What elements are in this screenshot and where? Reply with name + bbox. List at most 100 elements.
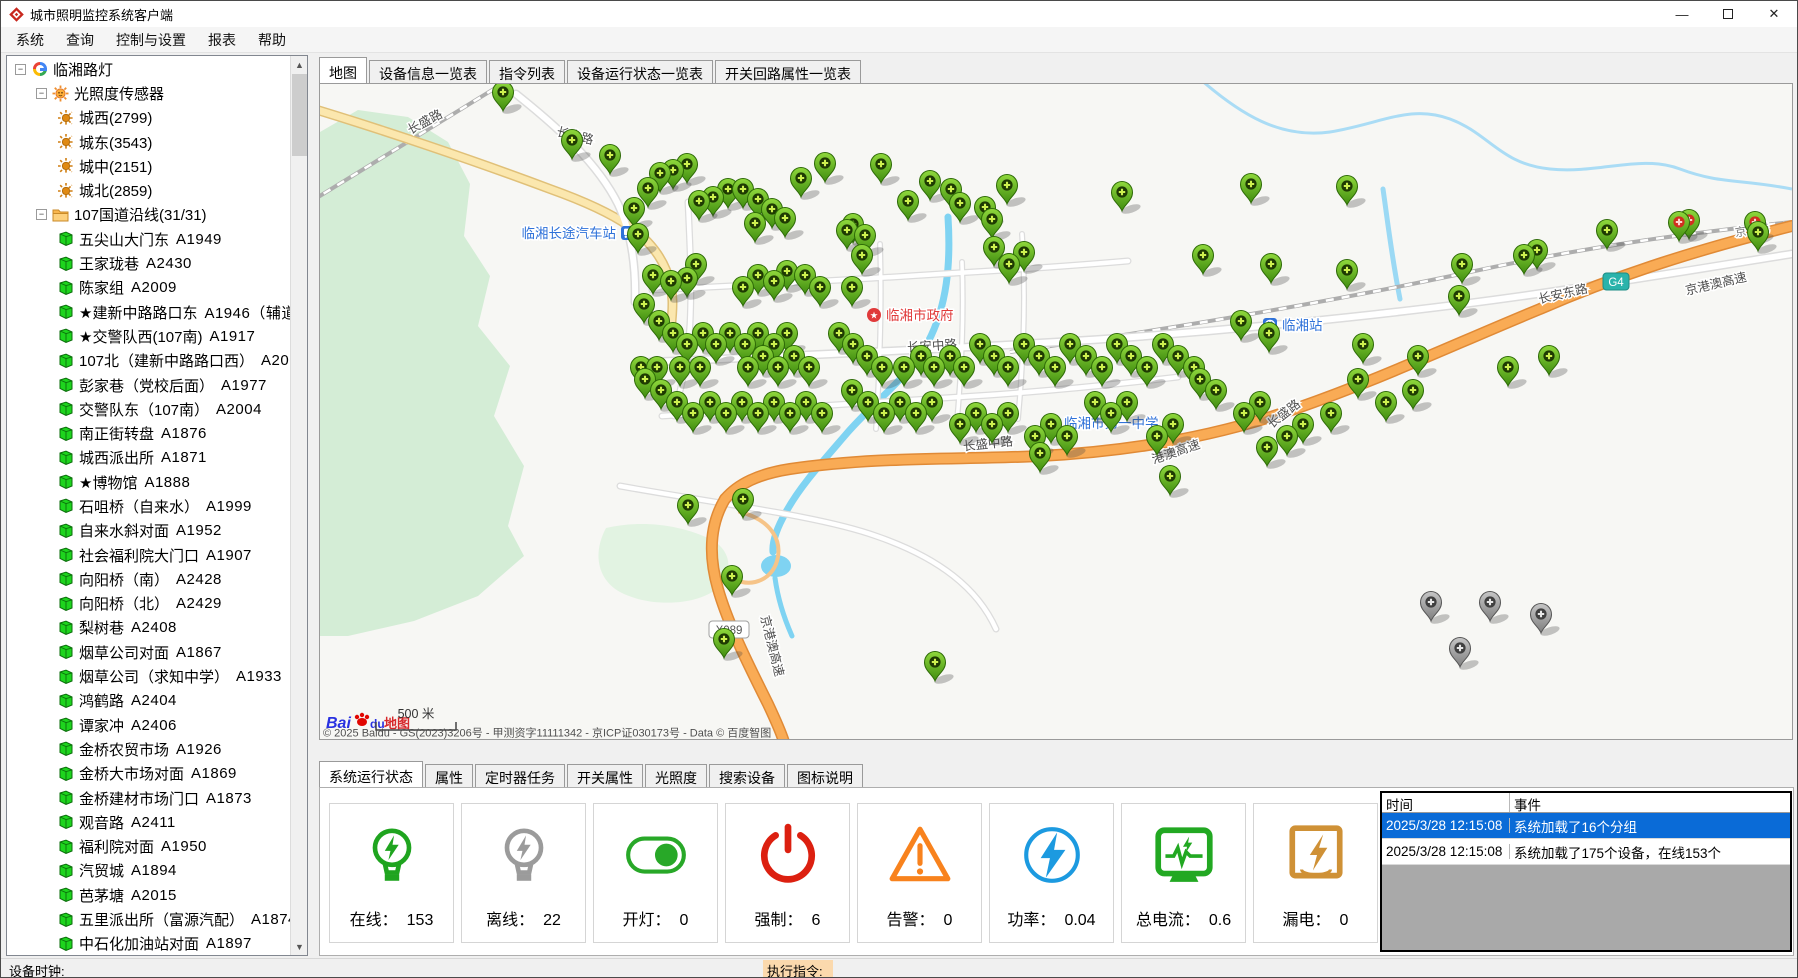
tree-item[interactable]: ★博物馆A1888 — [7, 470, 290, 494]
event-row[interactable]: 2025/3/28 12:15:08系统加载了175个设备，在线153个 — [1382, 839, 1790, 865]
tree-item-label: 城东(3543) — [79, 132, 152, 153]
tree-item[interactable]: −临湘路灯 — [7, 57, 290, 81]
tree-item[interactable]: 向阳桥（北）A2429 — [7, 592, 290, 616]
tree-item[interactable]: 南正街转盘A1876 — [7, 421, 290, 445]
tree-item-label: 五尖山大门东 — [79, 229, 169, 250]
tree-expander-icon[interactable]: − — [15, 64, 26, 75]
tree-item-label: 石咀桥（自来水） — [79, 496, 199, 517]
tree-item-code: A1873 — [206, 790, 252, 807]
tree-item-label: 烟草公司（求知中学） — [79, 666, 229, 687]
tree-item-code: A1869 — [191, 765, 237, 782]
event-text: 系统加载了175个设备，在线153个 — [1510, 842, 1725, 862]
tab-开关属性[interactable]: 开关属性 — [567, 764, 643, 787]
tree-item[interactable]: 五里派出所（富源汽配）A1874 — [7, 907, 290, 931]
tab-定时器任务[interactable]: 定时器任务 — [475, 764, 565, 787]
tree-item[interactable]: 五尖山大门东 A1949 — [7, 227, 290, 251]
tree-item[interactable]: 汽贸城A1894 — [7, 859, 290, 883]
menu-item-控制与设置[interactable]: 控制与设置 — [105, 27, 197, 53]
tree-item-label: 鸿鹤路 — [79, 690, 124, 711]
device-flag-icon — [58, 887, 74, 903]
tab-设备运行状态一览表[interactable]: 设备运行状态一览表 — [567, 60, 713, 83]
tree-item-label: 金桥农贸市场 — [79, 739, 169, 760]
tree-item[interactable]: 社会福利院大门口A1907 — [7, 543, 290, 567]
tree-item[interactable]: 107北（建新中路路口西）A2014 — [7, 349, 290, 373]
card-value: 153 — [407, 912, 434, 929]
scroll-up-icon[interactable]: ▲ — [291, 56, 308, 73]
tree-item[interactable]: 梨树巷A2408 — [7, 616, 290, 640]
card-label: 开灯： — [623, 912, 671, 929]
tab-地图[interactable]: 地图 — [319, 57, 367, 83]
device-flag-icon — [58, 280, 74, 296]
tree-item-label: 城中(2151) — [79, 156, 152, 177]
card-value: 0.04 — [1064, 912, 1095, 929]
maximize-button[interactable] — [1705, 1, 1751, 27]
tree-item[interactable]: 金桥农贸市场A1926 — [7, 737, 290, 761]
tree-item[interactable]: 金桥大市场对面A1869 — [7, 762, 290, 786]
tree-item[interactable]: 彭家巷（党校后面）A1977 — [7, 373, 290, 397]
tree-item[interactable]: 向阳桥（南）A2428 — [7, 567, 290, 591]
tree-item[interactable]: 城东(3543) — [7, 130, 290, 154]
tree-item-code: A1949 — [176, 231, 222, 248]
tab-系统运行状态[interactable]: 系统运行状态 — [319, 761, 423, 787]
tree-item[interactable]: 金桥建材市场门口A1873 — [7, 786, 290, 810]
device-flag-icon — [58, 814, 74, 830]
tree-item[interactable]: 福利院对面A1950 — [7, 835, 290, 859]
tree-item[interactable]: 谭家冲A2406 — [7, 713, 290, 737]
tab-搜索设备[interactable]: 搜索设备 — [709, 764, 785, 787]
tree-item[interactable]: 观音路A2411 — [7, 810, 290, 834]
power-icon — [755, 822, 821, 888]
device-flag-icon — [58, 596, 74, 612]
bulb-on-icon — [359, 822, 425, 888]
menu-item-系统[interactable]: 系统 — [5, 27, 55, 53]
tree-item[interactable]: 王家珑巷A2430 — [7, 251, 290, 275]
tree-item[interactable]: −光照度传感器 — [7, 81, 290, 105]
card-label: 总电流： — [1136, 912, 1200, 929]
tree-item[interactable]: 烟草公司（求知中学）A1933 — [7, 664, 290, 688]
close-button[interactable]: ✕ — [1751, 1, 1797, 27]
tree-expander-icon[interactable]: − — [36, 209, 47, 220]
tab-设备信息一览表[interactable]: 设备信息一览表 — [369, 60, 487, 83]
scrollbar-thumb[interactable] — [292, 74, 307, 156]
scroll-down-icon[interactable]: ▼ — [291, 938, 308, 955]
tab-开关回路属性一览表[interactable]: 开关回路属性一览表 — [715, 60, 861, 83]
tab-光照度[interactable]: 光照度 — [645, 764, 707, 787]
tree-item-code: A1876 — [161, 425, 207, 442]
device-flag-icon — [58, 863, 74, 879]
tree-scrollbar[interactable]: ▲ ▼ — [290, 56, 307, 955]
tree-item-code: A2009 — [131, 279, 177, 296]
tree-item[interactable]: 中石化加油站对面A1897 — [7, 932, 290, 955]
event-log-col-time[interactable]: 时间 — [1382, 793, 1510, 812]
map-viewport[interactable]: 长盛路长白路临湘长途汽车站★临湘市政府长安中路临湘站长安东路京港线京港澳高速长盛… — [319, 83, 1793, 740]
minimize-button[interactable]: — — [1659, 1, 1705, 27]
tree-item[interactable]: 烟草公司对面A1867 — [7, 640, 290, 664]
device-flag-icon — [58, 353, 74, 369]
tree-item-label: ★博物馆 — [79, 472, 137, 493]
menu-item-帮助[interactable]: 帮助 — [247, 27, 297, 53]
tree-item[interactable]: 石咀桥（自来水）A1999 — [7, 494, 290, 518]
tree-item-code: A1867 — [176, 644, 222, 661]
tab-属性[interactable]: 属性 — [425, 764, 473, 787]
tree-item[interactable]: −107国道沿线(31/31) — [7, 203, 290, 227]
tree-item-code: A2408 — [131, 619, 177, 636]
tree-item[interactable]: 鸿鹤路A2404 — [7, 689, 290, 713]
tree-item[interactable]: 陈家组A2009 — [7, 276, 290, 300]
tree-expander-icon[interactable]: − — [36, 88, 47, 99]
tree-item[interactable]: 城西(2799) — [7, 106, 290, 130]
tree-item[interactable]: 自来水斜对面A1952 — [7, 519, 290, 543]
event-row[interactable]: 2025/3/28 12:15:08系统加载了16个分组 — [1382, 813, 1790, 839]
tree-item-code: A1897 — [206, 935, 252, 952]
menu-item-查询[interactable]: 查询 — [55, 27, 105, 53]
tab-图标说明[interactable]: 图标说明 — [787, 764, 863, 787]
menu-item-报表[interactable]: 报表 — [197, 27, 247, 53]
map-scale-text: 500 米 — [398, 707, 435, 721]
tree-item[interactable]: 芭茅塘A2015 — [7, 883, 290, 907]
tree-item[interactable]: ★建新中路路口东A1946（辅道灯） — [7, 300, 290, 324]
event-log-col-event[interactable]: 事件 — [1510, 793, 1545, 812]
tree-item[interactable]: 交警队东（107南）A2004 — [7, 397, 290, 421]
card-label: 功率： — [1007, 912, 1055, 929]
tree-item[interactable]: 城西派出所A1871 — [7, 446, 290, 470]
tree-item[interactable]: 城北(2859) — [7, 178, 290, 202]
tree-item[interactable]: 城中(2151) — [7, 154, 290, 178]
tree-item[interactable]: ★交警队西(107南)A1917 — [7, 324, 290, 348]
tab-指令列表[interactable]: 指令列表 — [489, 60, 565, 83]
